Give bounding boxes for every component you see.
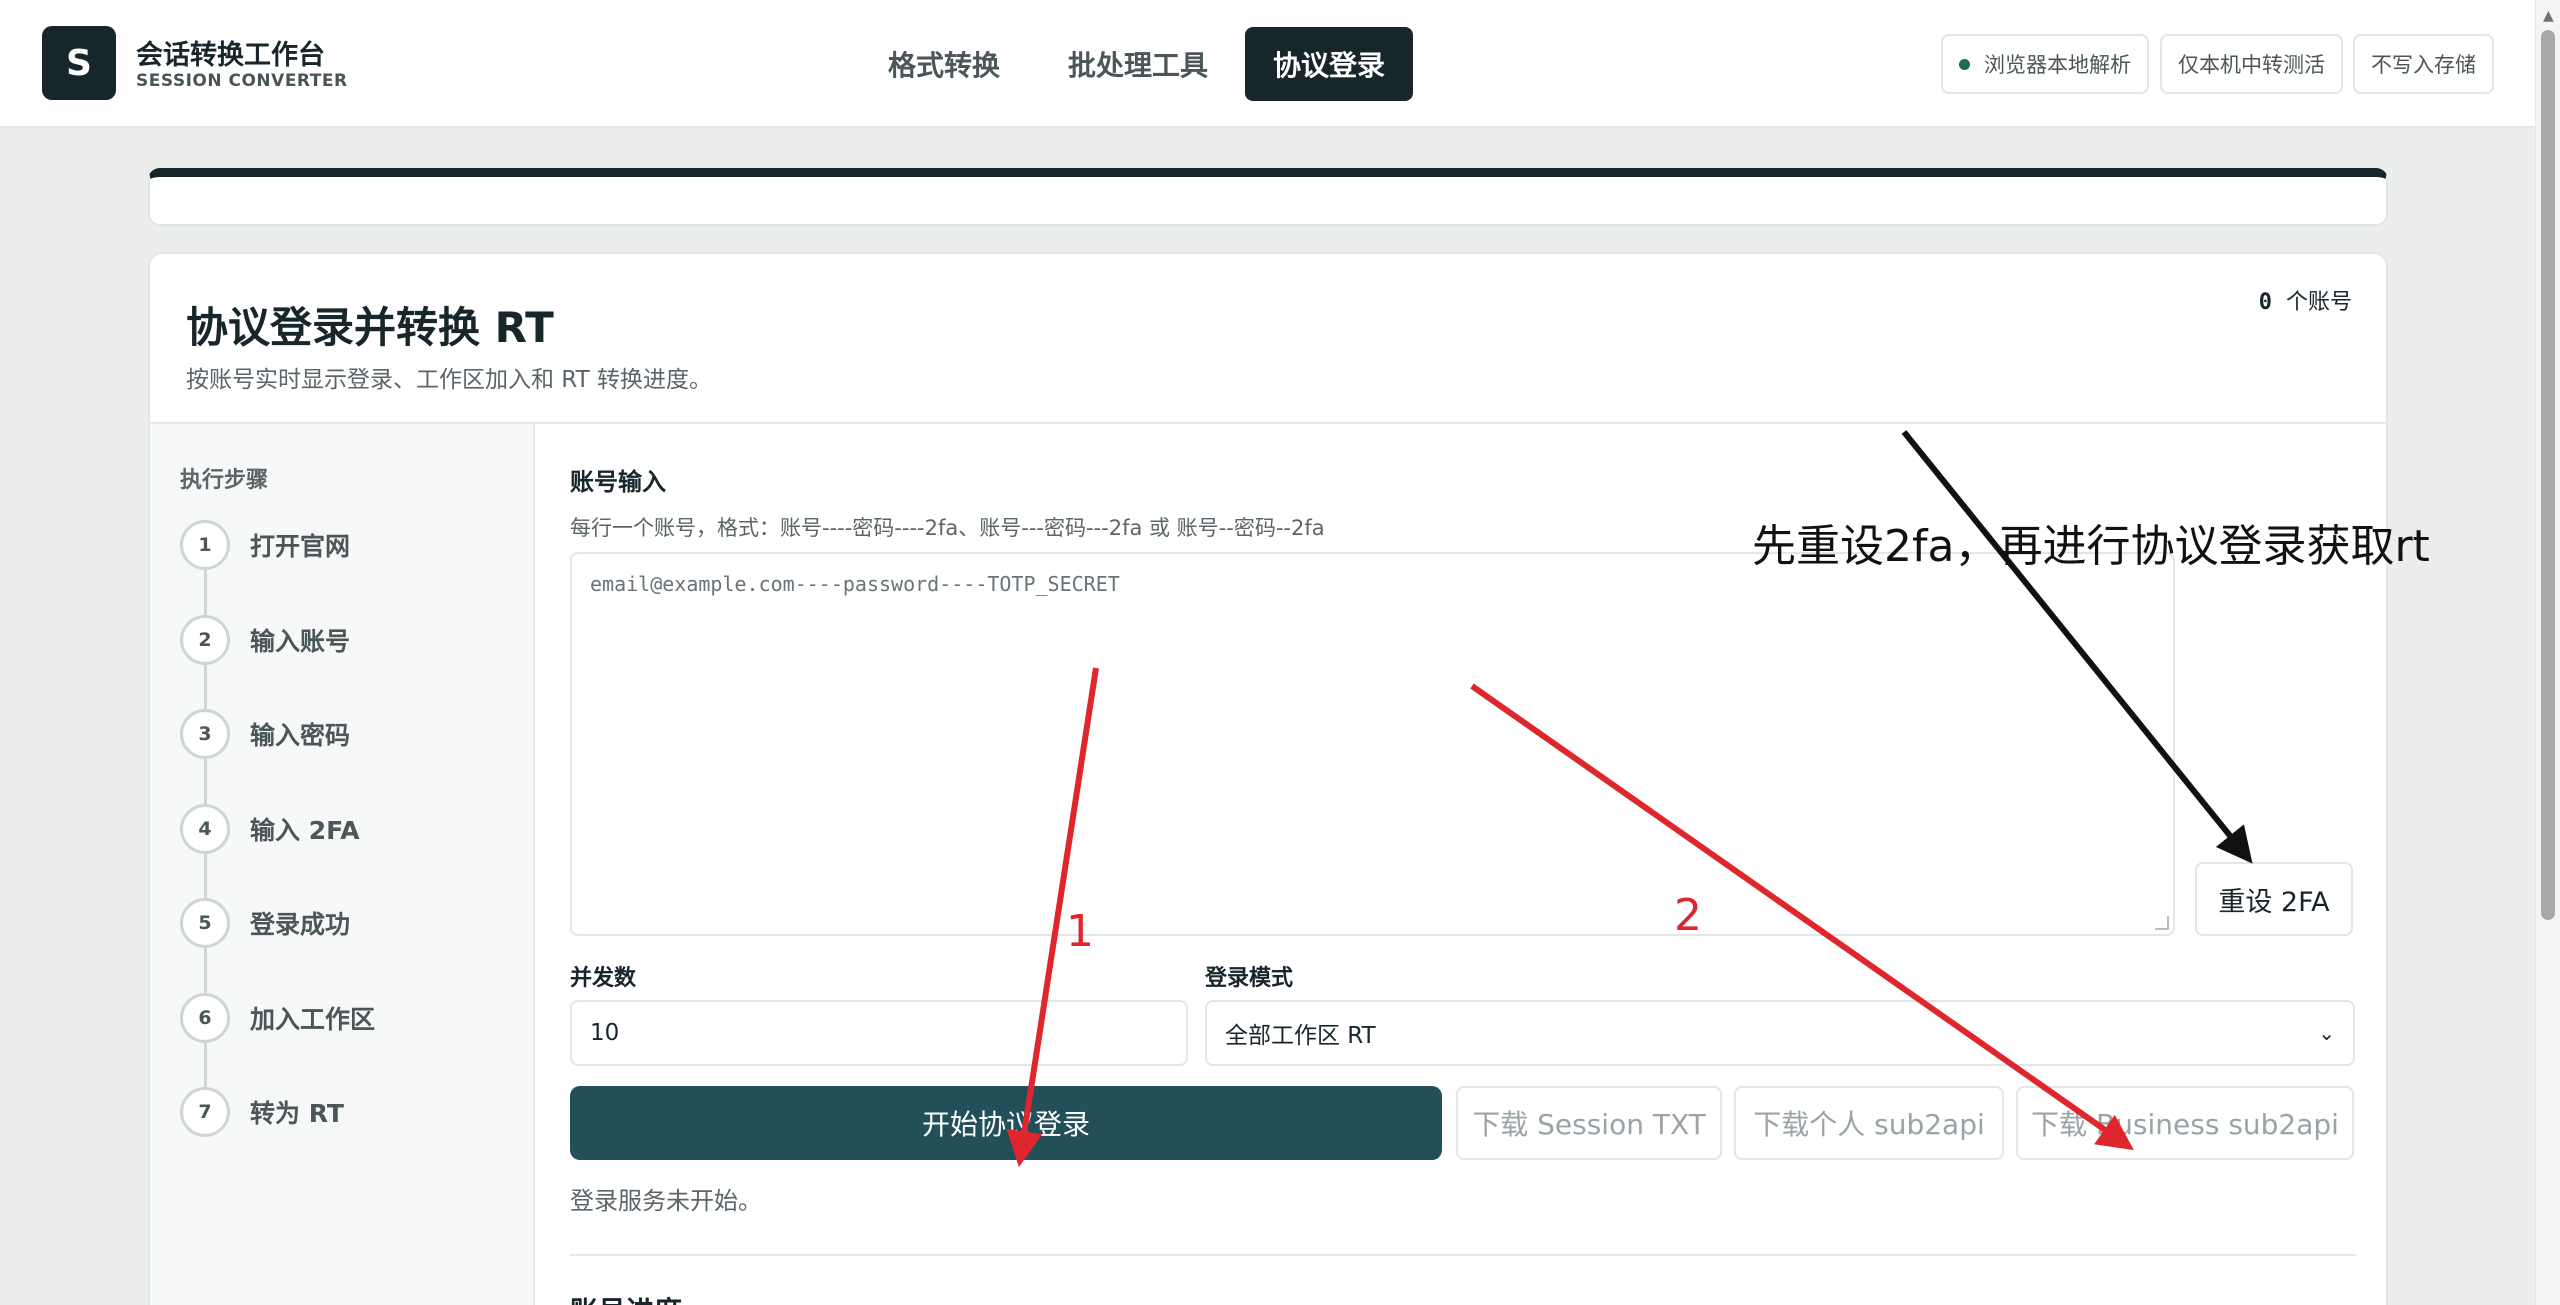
app-logo: S <box>42 26 116 100</box>
reset-2fa-button[interactable]: 重设 2FA <box>2195 862 2353 936</box>
scroll-thumb[interactable] <box>2541 30 2555 920</box>
resize-grip-icon[interactable] <box>2155 916 2169 930</box>
step-label: 输入账号 <box>250 626 351 656</box>
step-number: 6 <box>180 992 230 1043</box>
step-item: 5 登录成功 <box>180 898 350 948</box>
tab-protocol-login[interactable]: 协议登录 <box>1245 27 1413 101</box>
account-count-unit: 个账号 <box>2285 290 2352 315</box>
step-number: 5 <box>180 898 230 948</box>
login-mode-value: 全部工作区 RT <box>1225 1023 1376 1049</box>
scroll-up-arrow-icon[interactable]: ▲ <box>2543 8 2554 24</box>
top-banner-card <box>148 168 2388 226</box>
status-dot-icon <box>1959 58 1970 70</box>
steps-title: 执行步骤 <box>180 468 269 493</box>
account-progress-title: 账号进度 <box>570 1290 682 1305</box>
page-scrollbar[interactable]: ▲ <box>2535 0 2560 1305</box>
logo-letter: S <box>66 42 92 84</box>
brand-subtitle: SESSION CONVERTER <box>136 71 348 91</box>
login-mode-select[interactable]: 全部工作区 RT ⌄ <box>1205 1000 2355 1066</box>
step-label: 登录成功 <box>250 910 351 939</box>
step-label: 打开官网 <box>250 532 351 561</box>
step-item: 4 输入 2FA <box>180 803 360 854</box>
step-connector-line <box>204 948 207 993</box>
step-item: 1 打开官网 <box>180 520 350 570</box>
step-number: 2 <box>180 614 230 665</box>
step-item: 6 加入工作区 <box>180 992 376 1043</box>
step-label: 转为 RT <box>250 1099 344 1128</box>
tab-batch-tools[interactable]: 批处理工具 <box>1040 27 1236 101</box>
step-connector-line <box>204 570 207 615</box>
step-item: 7 转为 RT <box>180 1087 344 1137</box>
local-parse-badge: 浏览器本地解析 <box>1941 34 2149 94</box>
relay-test-badge: 仅本机中转测活 <box>2160 34 2343 94</box>
step-connector-line <box>204 1042 207 1087</box>
tab-format-convert[interactable]: 格式转换 <box>860 27 1028 101</box>
step-connector-line <box>204 664 207 709</box>
accounts-label: 账号输入 <box>570 468 666 496</box>
step-number: 4 <box>180 803 230 854</box>
steps-sidebar: 执行步骤 1 打开官网 2 输入账号 3 输入密码 4 输入 2FA 5 登录成功 6 加入工作区 7 转… <box>150 424 535 1305</box>
accounts-placeholder: email@example.com----password----TOTP_SE… <box>590 572 1120 596</box>
relay-test-label: 仅本机中转测活 <box>2178 53 2325 77</box>
no-storage-badge: 不写入存储 <box>2353 34 2494 94</box>
mode-label: 登录模式 <box>1205 966 1294 991</box>
step-number: 7 <box>180 1087 230 1137</box>
section-divider <box>570 1254 2356 1256</box>
concurrency-value: 10 <box>590 1020 620 1046</box>
start-login-button[interactable]: 开始协议登录 <box>570 1086 1442 1160</box>
step-label: 输入密码 <box>250 721 351 750</box>
step-label: 输入 2FA <box>250 815 360 845</box>
step-number: 3 <box>180 709 230 759</box>
download-business-button[interactable]: 下载 Business sub2api <box>2016 1086 2354 1160</box>
brand-title: 会话转换工作台 <box>136 40 325 71</box>
step-label: 加入工作区 <box>250 1004 376 1034</box>
account-count-number: 0 <box>2258 290 2272 315</box>
concurrency-label: 并发数 <box>570 966 637 991</box>
accounts-textarea[interactable]: email@example.com----password----TOTP_SE… <box>570 552 2175 936</box>
local-parse-label: 浏览器本地解析 <box>1984 53 2131 77</box>
no-storage-label: 不写入存储 <box>2371 53 2476 77</box>
annotation-note: 先重设2fa，再进行协议登录获取rt <box>1752 521 2430 572</box>
annotation-number-2: 2 <box>1674 890 1702 941</box>
chevron-down-icon: ⌄ <box>2318 1021 2335 1045</box>
download-personal-button[interactable]: 下载个人 sub2api <box>1734 1086 2004 1160</box>
account-count: 0 个账号 <box>2259 284 2352 316</box>
step-connector-line <box>204 853 207 898</box>
protocol-login-card: 协议登录并转换 RT 按账号实时显示登录、工作区加入和 RT 转换进度。 0 个账… <box>148 252 2388 1305</box>
step-connector-line <box>204 759 207 804</box>
download-session-button[interactable]: 下载 Session TXT <box>1456 1086 1722 1160</box>
step-number: 1 <box>180 520 230 570</box>
accounts-hint: 每行一个账号，格式：账号----密码----2fa、账号---密码---2fa … <box>570 516 1325 540</box>
card-subtitle: 按账号实时显示登录、工作区加入和 RT 转换进度。 <box>186 367 712 393</box>
step-item: 2 输入账号 <box>180 614 351 665</box>
card-title: 协议登录并转换 RT <box>186 303 554 352</box>
step-item: 3 输入密码 <box>180 709 350 759</box>
top-navbar: S 会话转换工作台 SESSION CONVERTER 格式转换 批处理工具 协… <box>0 0 2535 128</box>
annotation-number-1: 1 <box>1066 906 1094 957</box>
concurrency-input[interactable]: 10 <box>570 1000 1188 1066</box>
login-status: 登录服务未开始。 <box>570 1187 762 1215</box>
